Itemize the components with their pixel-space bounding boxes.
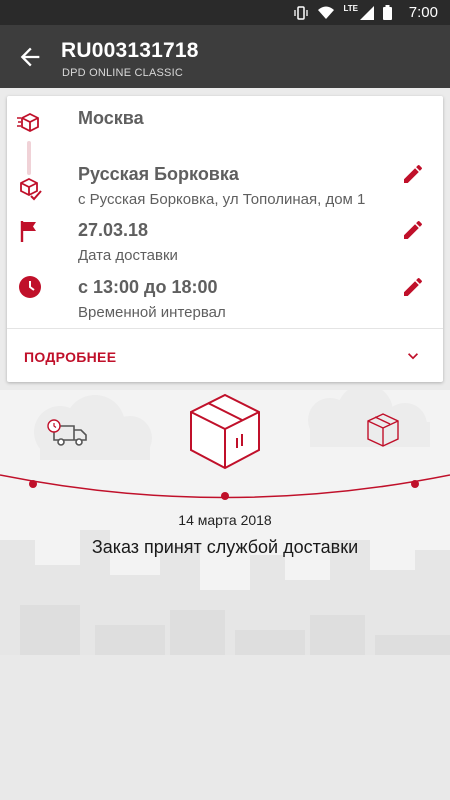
edit-address-icon[interactable]	[401, 162, 425, 186]
edit-date-icon[interactable]	[401, 218, 425, 242]
tracking-panel: 14 марта 2018 Заказ принят службой доста…	[0, 390, 450, 800]
app-bar: RU003131718 DPD ONLINE CLASSIC	[0, 25, 450, 88]
parcel-number: RU003131718	[61, 39, 199, 62]
delivery-date-label: Дата доставки	[78, 247, 178, 264]
time-interval: с 13:00 до 18:00	[78, 277, 218, 297]
flag-icon	[20, 221, 36, 242]
wifi-icon	[318, 6, 335, 19]
delivery-van-icon	[47, 419, 87, 446]
edit-time-icon[interactable]	[401, 275, 425, 299]
origin-city: Москва	[78, 108, 144, 128]
status-date: 14 марта 2018	[178, 512, 272, 528]
destination-address: с Русская Борковка, ул Тополиная, дом 1	[78, 191, 366, 208]
delivery-date: 27.03.18	[78, 220, 149, 240]
time-interval-label: Временной интервал	[78, 304, 226, 321]
vibrate-icon	[294, 5, 309, 20]
shipment-details-card: Москва Русская Борковка с Русская Борков…	[7, 96, 443, 382]
signal-icon	[360, 5, 374, 20]
battery-icon	[383, 5, 392, 20]
status-text: Заказ принят службой доставки	[91, 537, 359, 557]
delivered-box-icon	[20, 177, 42, 201]
status-icons: LTE	[293, 4, 392, 20]
time-interval-block: с 13:00 до 18:00 Временной интервал	[78, 277, 226, 321]
clock: 7:00	[408, 4, 438, 21]
status-bar: LTE 7:00	[0, 0, 450, 25]
network-type-label: LTE	[343, 4, 358, 13]
parcel-delivered-icon	[367, 413, 399, 447]
delivery-date-block: 27.03.18 Дата доставки	[78, 220, 178, 264]
destination-city: Русская Борковка	[78, 164, 239, 184]
route-connector	[27, 141, 31, 175]
parcel-accepted-icon	[190, 393, 260, 470]
back-arrow-icon[interactable]	[16, 43, 44, 71]
destination-block: Русская Борковка с Русская Борковка, ул …	[78, 164, 365, 208]
chevron-down-icon[interactable]	[403, 346, 423, 366]
card-divider	[7, 328, 443, 329]
clock-icon	[19, 276, 41, 298]
origin-block: Москва	[78, 108, 144, 129]
dispatch-box-icon	[17, 112, 39, 133]
service-name: DPD ONLINE CLASSIC	[62, 67, 183, 79]
more-details-button[interactable]: ПОДРОБНЕЕ	[24, 349, 116, 365]
